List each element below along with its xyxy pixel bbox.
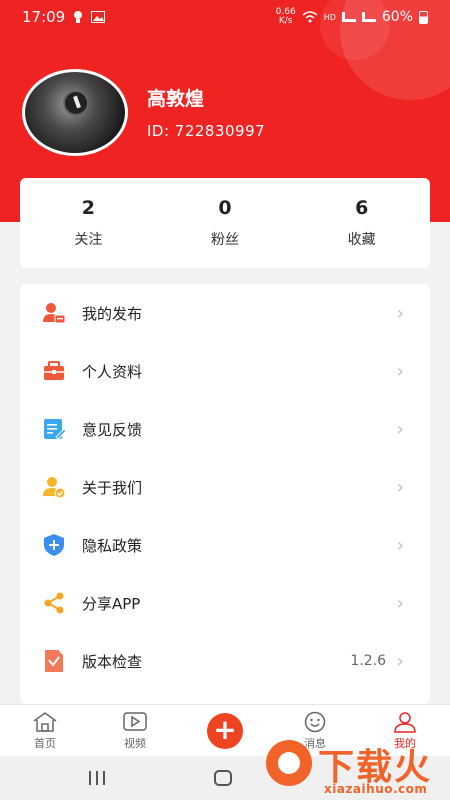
share-icon	[42, 591, 66, 615]
version-file-icon	[42, 649, 66, 673]
notification-bulb-icon	[74, 11, 83, 23]
signal-icon	[361, 12, 376, 22]
menu-item-about-us[interactable]: 关于我们 ›	[20, 458, 430, 516]
shield-plus-icon	[42, 533, 66, 557]
stat-value: 0	[218, 197, 232, 219]
user-check-icon	[42, 475, 66, 499]
user-icon	[392, 711, 418, 733]
menu-item-label: 关于我们	[82, 478, 143, 497]
user-id: ID: 722830997	[147, 122, 266, 140]
menu-item-privacy-policy[interactable]: 隐私政策 ›	[20, 516, 430, 574]
chevron-right-icon: ›	[396, 650, 404, 672]
user-post-icon	[42, 301, 66, 325]
menu-item-label: 个人资料	[82, 362, 143, 381]
battery-icon	[419, 10, 428, 24]
tab-label: 首页	[34, 736, 56, 750]
smiley-chat-icon	[302, 711, 328, 733]
hd-label: HD	[323, 12, 336, 22]
version-number: 1.2.6	[350, 653, 386, 669]
video-icon	[122, 711, 148, 733]
stat-favorites[interactable]: 6 收藏	[293, 178, 430, 268]
menu-list: 我的发布 › 个人资料 › 意见反馈 › 关于我们 › 隐私政策 › 分享APP	[20, 284, 430, 704]
recent-apps-icon[interactable]	[89, 771, 105, 785]
menu-item-profile-info[interactable]: 个人资料 ›	[20, 342, 430, 400]
tab-label: 视频	[124, 736, 146, 750]
signal-icon	[341, 12, 356, 22]
publish-plus-icon[interactable]: +	[207, 712, 243, 749]
stat-label: 粉丝	[211, 232, 239, 248]
stat-followers[interactable]: 0 粉丝	[157, 178, 294, 268]
gallery-icon	[91, 11, 106, 23]
avatar-image-detail	[63, 90, 89, 116]
chevron-right-icon: ›	[396, 360, 404, 382]
avatar[interactable]	[22, 69, 128, 156]
menu-item-feedback[interactable]: 意见反馈 ›	[20, 400, 430, 458]
tab-video[interactable]: 视频	[90, 705, 180, 756]
chevron-right-icon: ›	[396, 592, 404, 614]
menu-item-label: 分享APP	[82, 594, 141, 613]
menu-item-label: 我的发布	[82, 304, 143, 323]
menu-item-my-posts[interactable]: 我的发布 ›	[20, 284, 430, 342]
home-button-icon[interactable]	[214, 770, 232, 786]
toolbox-icon	[42, 359, 66, 383]
menu-item-version-check[interactable]: 版本检查 1.2.6 ›	[20, 632, 430, 690]
stat-value: 6	[355, 197, 369, 219]
home-icon	[32, 711, 58, 733]
edit-note-icon	[42, 417, 66, 441]
user-name: 高敦煌	[147, 88, 205, 110]
watermark: 下载火 xiazaihuo.com	[262, 738, 450, 800]
stat-label: 关注	[74, 232, 103, 248]
watermark-url: xiazaihuo.com	[324, 782, 428, 796]
chevron-right-icon: ›	[396, 476, 404, 498]
menu-item-label: 版本检查	[82, 652, 143, 671]
network-speed: 0.66 K/s	[275, 7, 296, 26]
menu-item-label: 意见反馈	[82, 420, 143, 439]
chevron-right-icon: ›	[396, 302, 404, 324]
stats-card: 2 关注 0 粉丝 6 收藏	[20, 178, 430, 268]
tab-publish[interactable]: +	[180, 705, 270, 756]
menu-item-label: 隐私政策	[82, 536, 143, 555]
stat-following[interactable]: 2 关注	[20, 178, 157, 268]
stat-value: 2	[81, 197, 95, 219]
battery-percent: 60%	[381, 9, 413, 25]
chevron-right-icon: ›	[396, 534, 404, 556]
stat-label: 收藏	[347, 232, 376, 248]
menu-item-share-app[interactable]: 分享APP ›	[20, 574, 430, 632]
wifi-icon	[302, 11, 318, 23]
tab-home[interactable]: 首页	[0, 705, 90, 756]
status-time: 17:09	[22, 8, 66, 26]
watermark-logo-icon	[266, 740, 312, 786]
status-bar: 17:09 0.66 K/s HD 60%	[0, 0, 450, 34]
chevron-right-icon: ›	[396, 418, 404, 440]
